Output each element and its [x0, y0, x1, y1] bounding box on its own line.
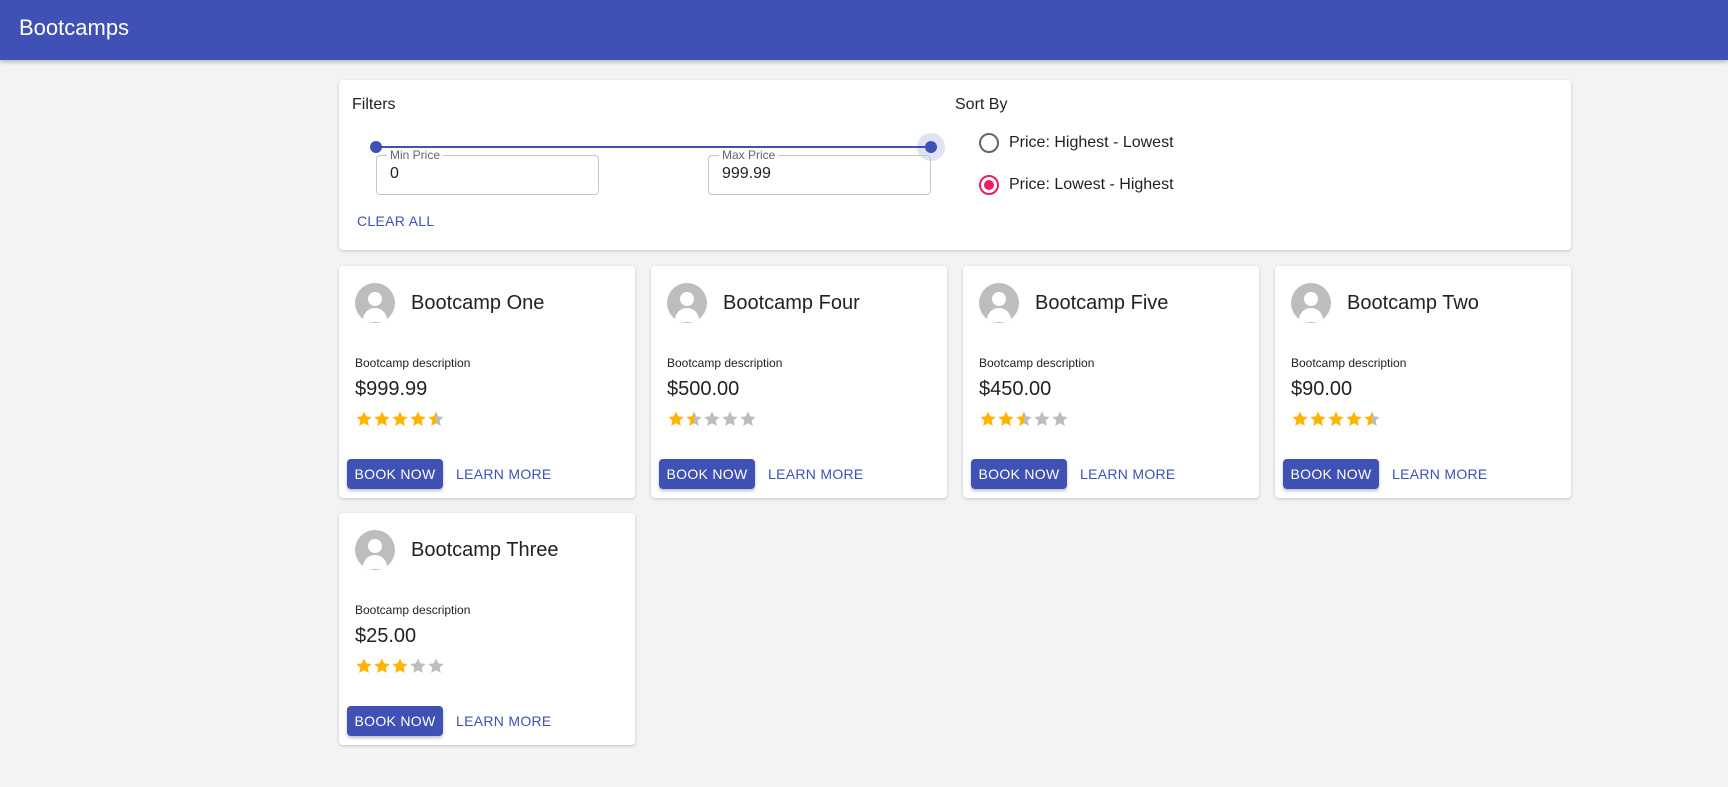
person-avatar-icon [1291, 283, 1331, 323]
clear-all-button[interactable]: CLEAR ALL [357, 213, 434, 229]
star-filled-icon[interactable] [409, 410, 427, 428]
star-filled-icon[interactable] [997, 410, 1015, 428]
sort-option-label: Price: Lowest - Highest [1009, 176, 1174, 193]
bootcamp-card: Bootcamp Three Bootcamp description $25.… [339, 513, 635, 745]
card-description: Bootcamp description [1291, 356, 1407, 370]
star-filled-icon[interactable] [391, 410, 409, 428]
filters-panel: Filters Min Price Max Price CLEAR ALL So… [339, 80, 1571, 250]
book-now-button[interactable]: BOOK NOW [1283, 459, 1379, 489]
star-empty-icon[interactable] [427, 657, 445, 675]
card-description: Bootcamp description [667, 356, 783, 370]
filters-heading: Filters [352, 96, 396, 113]
star-filled-icon[interactable] [391, 657, 409, 675]
star-rating[interactable] [667, 410, 757, 428]
bootcamp-card: Bootcamp Five Bootcamp description $450.… [963, 266, 1259, 498]
star-empty-icon[interactable] [409, 657, 427, 675]
person-avatar-icon [355, 530, 395, 570]
star-filled-icon[interactable] [1309, 410, 1327, 428]
card-description: Bootcamp description [355, 356, 471, 370]
card-price: $999.99 [355, 378, 428, 400]
card-price: $90.00 [1291, 378, 1353, 400]
star-rating[interactable] [979, 410, 1069, 428]
learn-more-button[interactable]: LEARN MORE [456, 706, 552, 736]
card-title: Bootcamp One [411, 292, 545, 314]
star-filled-icon[interactable] [373, 657, 391, 675]
card-title: Bootcamp Four [723, 292, 860, 314]
book-now-button[interactable]: BOOK NOW [347, 459, 443, 489]
star-rating[interactable] [1291, 410, 1381, 428]
bootcamp-card: Bootcamp One Bootcamp description $999.9… [339, 266, 635, 498]
max-price-label: Max Price [719, 148, 779, 162]
card-price: $25.00 [355, 625, 417, 647]
max-price-input[interactable] [722, 165, 917, 183]
star-empty-icon[interactable] [739, 410, 757, 428]
star-filled-icon[interactable] [355, 410, 373, 428]
learn-more-button[interactable]: LEARN MORE [1392, 459, 1488, 489]
star-half-icon[interactable] [1363, 410, 1381, 428]
card-title: Bootcamp Five [1035, 292, 1169, 314]
star-filled-icon[interactable] [373, 410, 391, 428]
book-now-button[interactable]: BOOK NOW [971, 459, 1067, 489]
star-rating[interactable] [355, 657, 445, 675]
min-price-field[interactable]: Min Price [376, 148, 599, 195]
radio-unchecked-icon[interactable] [979, 133, 999, 153]
star-filled-icon[interactable] [1345, 410, 1363, 428]
person-avatar-icon [355, 283, 395, 323]
star-half-icon[interactable] [427, 410, 445, 428]
star-filled-icon[interactable] [1327, 410, 1345, 428]
star-empty-icon[interactable] [1051, 410, 1069, 428]
bootcamp-card: Bootcamp Two Bootcamp description $90.00… [1275, 266, 1571, 498]
max-price-field[interactable]: Max Price [708, 148, 931, 195]
card-description: Bootcamp description [979, 356, 1095, 370]
card-price: $500.00 [667, 378, 740, 400]
star-empty-icon[interactable] [703, 410, 721, 428]
star-half-icon[interactable] [1015, 410, 1033, 428]
slider-max-thumb[interactable] [925, 141, 937, 153]
book-now-button[interactable]: BOOK NOW [347, 706, 443, 736]
sort-option-lowest-highest[interactable]: Price: Lowest - Highest [979, 173, 1174, 197]
star-half-icon[interactable] [685, 410, 703, 428]
sort-option-highest-lowest[interactable]: Price: Highest - Lowest [979, 131, 1174, 155]
card-title: Bootcamp Three [411, 539, 559, 561]
sort-option-label: Price: Highest - Lowest [1009, 134, 1174, 151]
card-title: Bootcamp Two [1347, 292, 1479, 314]
star-empty-icon[interactable] [1033, 410, 1051, 428]
card-description: Bootcamp description [355, 603, 471, 617]
person-avatar-icon [979, 283, 1019, 323]
app-bar: Bootcamps [0, 0, 1728, 60]
book-now-button[interactable]: BOOK NOW [659, 459, 755, 489]
star-filled-icon[interactable] [979, 410, 997, 428]
star-empty-icon[interactable] [721, 410, 739, 428]
slider-rail [376, 146, 931, 148]
min-price-label: Min Price [387, 148, 444, 162]
star-filled-icon[interactable] [355, 657, 373, 675]
learn-more-button[interactable]: LEARN MORE [456, 459, 552, 489]
learn-more-button[interactable]: LEARN MORE [1080, 459, 1176, 489]
app-title: Bootcamps [19, 15, 130, 40]
min-price-input[interactable] [390, 165, 585, 183]
slider-min-thumb[interactable] [370, 141, 382, 153]
bootcamp-card: Bootcamp Four Bootcamp description $500.… [651, 266, 947, 498]
star-rating[interactable] [355, 410, 445, 428]
radio-checked-icon[interactable] [979, 175, 999, 195]
card-price: $450.00 [979, 378, 1052, 400]
person-avatar-icon [667, 283, 707, 323]
learn-more-button[interactable]: LEARN MORE [768, 459, 864, 489]
star-filled-icon[interactable] [1291, 410, 1309, 428]
star-filled-icon[interactable] [667, 410, 685, 428]
sort-heading: Sort By [955, 96, 1008, 113]
